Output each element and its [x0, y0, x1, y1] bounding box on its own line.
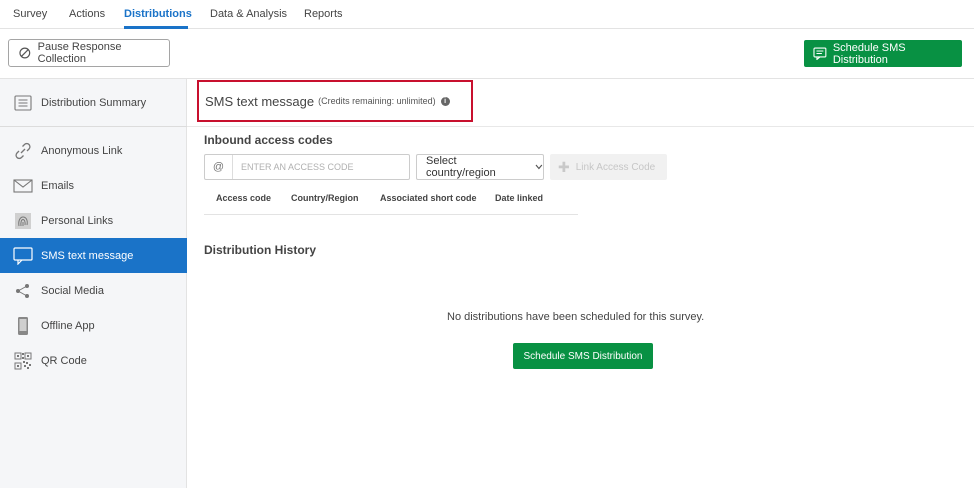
sidebar-divider — [0, 126, 187, 127]
sidebar-item-distribution-summary[interactable]: Distribution Summary — [0, 85, 187, 120]
tab-actions[interactable]: Actions — [69, 8, 105, 20]
tab-data-analysis[interactable]: Data & Analysis — [210, 8, 287, 20]
link-icon — [13, 141, 33, 161]
share-icon — [13, 281, 33, 301]
fingerprint-icon — [13, 211, 33, 231]
chat-bubble-icon — [13, 246, 33, 266]
sidebar-item-label: QR Code — [41, 354, 87, 367]
phone-icon — [13, 316, 33, 336]
inbound-access-codes-title: Inbound access codes — [204, 133, 333, 147]
sidebar-item-qr-code[interactable]: QR Code — [0, 343, 187, 378]
plus-icon: ✚ — [558, 158, 570, 175]
schedule-button-label: Schedule SMS Distribution — [832, 41, 906, 66]
pause-circle-icon — [19, 47, 31, 59]
empty-state-message: No distributions have been scheduled for… — [447, 311, 705, 323]
sidebar-item-offline-app[interactable]: Offline App — [0, 308, 187, 343]
sidebar-item-label: Emails — [41, 179, 75, 192]
column-associated-short-code: Associated short code — [380, 193, 477, 203]
sidebar-item-anonymous-link[interactable]: Anonymous Link — [0, 133, 187, 168]
sidebar-item-label: Social Media — [41, 284, 104, 297]
pause-response-collection-button[interactable]: Pause Response Collection — [8, 39, 170, 67]
country-region-select[interactable]: Select country/region — [416, 154, 544, 180]
column-access-code: Access code — [216, 193, 272, 203]
list-icon — [13, 93, 33, 113]
sidebar-item-label: Distribution Summary — [41, 96, 147, 109]
page-title: SMS text message — [205, 93, 315, 109]
sidebar-item-personal-links[interactable]: Personal Links — [0, 203, 187, 238]
chevron-down-icon — [535, 164, 543, 170]
envelope-icon — [13, 176, 33, 196]
sidebar-item-label: SMS text message — [41, 249, 134, 262]
schedule-button-label: Schedule SMS Distribution — [523, 350, 643, 362]
action-bar: Pause Response Collection Schedule SMS D… — [0, 29, 974, 79]
link-access-code-label: Link Access Code — [575, 161, 656, 173]
schedule-sms-distribution-button[interactable]: Schedule SMS Distribution — [804, 40, 962, 67]
credits-remaining: (Credits remaining: unlimited) — [318, 96, 436, 106]
distribution-history-title: Distribution History — [204, 243, 317, 257]
sidebar-item-label: Anonymous Link — [41, 144, 123, 157]
tab-distributions[interactable]: Distributions — [124, 8, 192, 20]
sidebar-item-sms-text-message[interactable]: SMS text message — [0, 238, 187, 273]
info-icon[interactable]: i — [440, 96, 450, 106]
link-access-code-button[interactable]: ✚ Link Access Code — [550, 154, 667, 180]
header-divider — [187, 126, 974, 127]
top-navigation: Survey Actions Distributions Data & Anal… — [0, 0, 974, 29]
column-country-region: Country/Region — [291, 193, 359, 203]
sms-title-highlight: SMS text message (Credits remaining: unl… — [197, 80, 473, 122]
pause-button-label: Pause Response Collection — [37, 41, 122, 65]
qr-code-icon — [13, 351, 33, 371]
distribution-sidebar: Distribution Summary Anonymous Link Emai… — [0, 79, 187, 488]
sidebar-item-emails[interactable]: Emails — [0, 168, 187, 203]
schedule-sms-distribution-button-center[interactable]: Schedule SMS Distribution — [513, 343, 653, 369]
access-code-input[interactable] — [233, 162, 403, 172]
table-divider — [204, 214, 578, 215]
column-date-linked: Date linked — [495, 193, 544, 203]
access-code-field: @ — [204, 154, 410, 180]
sidebar-item-label: Offline App — [41, 319, 95, 332]
sidebar-item-social-media[interactable]: Social Media — [0, 273, 187, 308]
sidebar-item-label: Personal Links — [41, 214, 114, 227]
at-symbol-prefix: @ — [205, 155, 233, 179]
sms-message-icon — [813, 47, 827, 60]
tab-survey[interactable]: Survey — [13, 8, 47, 20]
tab-reports[interactable]: Reports — [304, 8, 343, 20]
country-select-label: Select country/region — [426, 155, 496, 179]
